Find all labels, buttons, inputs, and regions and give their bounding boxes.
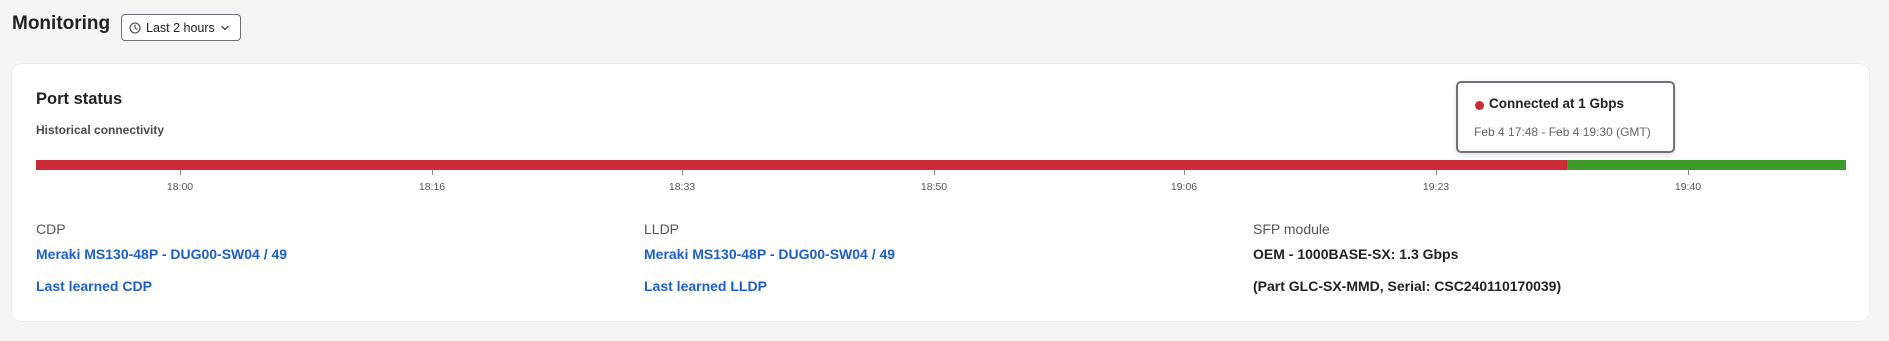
timeline-segment-disconnected[interactable]	[36, 160, 1568, 170]
timeline-tick	[1688, 170, 1689, 175]
timeline-tick	[180, 170, 181, 175]
card-title: Port status	[36, 90, 123, 108]
connectivity-timeline[interactable]	[36, 160, 1846, 170]
status-dot	[1475, 101, 1484, 110]
timeline-tick-label: 19:23	[1422, 181, 1450, 193]
timeline-tick-label: 19:06	[1170, 181, 1198, 193]
sfp-heading: SFP module	[1253, 221, 1330, 237]
timeline-segment-connected[interactable]	[1567, 160, 1846, 170]
sfp-module-value: OEM - 1000BASE-SX: 1.3 Gbps	[1253, 246, 1459, 262]
timeline-tick	[934, 170, 935, 175]
timeline-tick-label: 18:00	[166, 181, 194, 193]
timeline-tick	[432, 170, 433, 175]
lldp-neighbor-link[interactable]: Meraki MS130-48P - DUG00-SW04 / 49	[644, 246, 895, 262]
timeline-tick-label: 18:16	[418, 181, 446, 193]
page-title: Monitoring	[12, 13, 111, 34]
time-range-dropdown[interactable]: Last 2 hours	[121, 14, 241, 41]
time-range-label: Last 2 hours	[146, 20, 215, 35]
connectivity-tooltip: Connected at 1 Gbps Feb 4 17:48 - Feb 4 …	[1456, 81, 1675, 153]
timeline-tick	[682, 170, 683, 175]
clock-icon	[129, 21, 141, 34]
cdp-heading: CDP	[36, 221, 66, 237]
timeline-tick-label: 18:50	[920, 181, 948, 193]
lldp-heading: LLDP	[644, 221, 680, 237]
sfp-part-serial: (Part GLC-SX-MMD, Serial: CSC24011017003…	[1253, 278, 1562, 294]
timeline-tick	[1436, 170, 1437, 175]
timeline-tick-label: 19:40	[1674, 181, 1702, 193]
cdp-neighbor-link[interactable]: Meraki MS130-48P - DUG00-SW04 / 49	[36, 246, 287, 262]
chevron-down-icon	[220, 23, 230, 33]
timeline-tick-label: 18:33	[668, 181, 696, 193]
last-learned-cdp-link[interactable]: Last learned CDP	[36, 278, 152, 294]
tooltip-title: Connected at 1 Gbps	[1489, 96, 1625, 111]
port-status-card: Port status Historical connectivity 18:0…	[12, 64, 1869, 321]
historical-connectivity-label: Historical connectivity	[36, 123, 165, 137]
timeline-tick	[1184, 170, 1185, 175]
tooltip-time-range: Feb 4 17:48 - Feb 4 19:30 (GMT)	[1474, 125, 1651, 139]
last-learned-lldp-link[interactable]: Last learned LLDP	[644, 278, 767, 294]
